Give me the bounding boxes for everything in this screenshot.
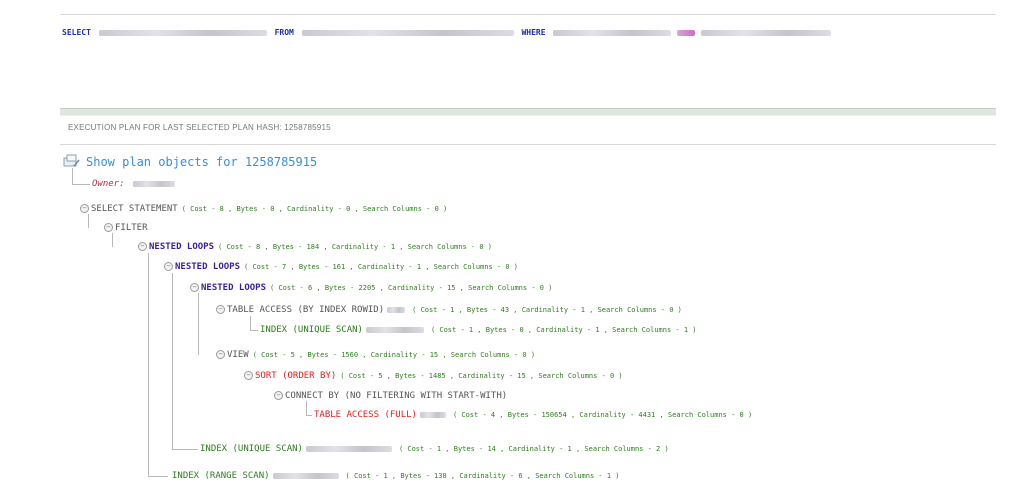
redacted-tables [301,29,514,36]
plan-stats: ( Cost - 6 , Bytes - 2205 , Cardinality … [270,284,553,292]
plan-row[interactable]: INDEX (RANGE SCAN) ( Cost - 1 , Bytes - 1… [172,470,619,482]
plan-stats: ( Cost - 8 , Bytes - 184 , Cardinality -… [218,243,492,251]
plan-row[interactable]: − TABLE ACCESS (BY INDEX ROWID) ( Cost - 1… [216,304,682,316]
plan-row[interactable]: − VIEW( Cost - 5 , Bytes - 1560 , Cardina… [216,349,535,361]
plan-stats: ( Cost - 1 , Bytes - 14 , Cardinality - … [398,445,669,453]
tree-line-l6 [306,401,307,415]
redacted-columns [98,29,267,36]
header-divider [60,144,996,145]
show-plan-objects-link[interactable]: Show plan objects for 1258785915 [86,155,317,169]
plan-stats: ( Cost - 4 , Bytes - 150654 , Cardinalit… [452,411,753,419]
sql-where-keyword: WHERE [521,28,546,37]
redacted-object [419,411,446,418]
collapse-toggle-icon[interactable]: − [138,242,147,251]
collapse-toggle-icon[interactable]: − [244,371,253,380]
redacted-condition-a [553,29,672,36]
tree-tick-unique2 [172,449,198,450]
tree-tick-owner [72,184,90,185]
plan-stats: ( Cost - 5 , Bytes - 1485 , Cardinality … [340,372,623,380]
plan-op: CONNECT BY (NO FILTERING WITH START-WITH… [285,391,508,401]
plan-op: SORT (ORDER BY) [255,371,337,381]
tree-line-l2 [148,253,149,477]
plan-row[interactable]: − NESTED LOOPS( Cost - 6 , Bytes - 2205 ,… [190,282,552,294]
plan-row[interactable]: − SORT (ORDER BY)( Cost - 5 , Bytes - 148… [244,370,623,382]
plan-stats: ( Cost - 1 , Bytes - 43 , Cardinality - … [412,306,682,314]
tree-line-l4 [198,293,199,355]
section-separator [60,108,996,116]
plan-row[interactable]: − NESTED LOOPS( Cost - 8 , Bytes - 184 , … [138,241,492,253]
collapse-toggle-icon[interactable]: − [216,350,225,359]
plan-row[interactable]: − NESTED LOOPS( Cost - 7 , Bytes - 161 , … [164,261,518,273]
plan-row[interactable]: − CONNECT BY (NO FILTERING WITH START-WIT… [274,390,507,402]
sql-select-keyword: SELECT [62,28,91,37]
tree-tick-range [148,476,168,477]
tree-tick-unique1 [250,330,258,331]
plan-row[interactable]: TABLE ACCESS (FULL) ( Cost - 4 , Bytes - … [314,409,752,421]
redacted-object [365,326,424,333]
plan-op: SELECT STATEMENT [91,204,178,214]
plan-stats: ( Cost - 7 , Bytes - 161 , Cardinality -… [244,263,518,271]
plan-op: INDEX (UNIQUE SCAN) [200,444,303,454]
tree-line-owner [72,168,73,184]
plan-op: TABLE ACCESS (FULL) [314,410,417,420]
plan-op: INDEX (RANGE SCAN) [172,471,270,481]
collapse-toggle-icon[interactable]: − [216,305,225,314]
tree-tick-full [306,415,312,416]
plan-op: NESTED LOOPS [175,262,241,272]
plan-stats: ( Cost - 1 , Bytes - 138 , Cardinality -… [345,472,620,480]
collapse-toggle-icon[interactable]: − [274,391,283,400]
plan-objects-icon[interactable] [62,154,80,168]
collapse-toggle-icon[interactable]: − [164,262,173,271]
redacted-condition-highlight [677,29,696,36]
collapse-toggle-icon[interactable]: − [104,223,113,232]
redacted-owner [132,180,175,187]
tree-line-l5 [250,316,251,330]
plan-stats: ( Cost - 8 , Bytes - 0 , Cardinality - 0… [181,205,448,213]
plan-op: TABLE ACCESS (BY INDEX ROWID) [227,305,385,315]
plan-op: VIEW [227,350,249,360]
plan-row[interactable]: INDEX (UNIQUE SCAN) ( Cost - 1 , Bytes - … [200,443,669,455]
redacted-object [387,306,406,313]
redacted-object [272,472,339,479]
tree-line-l3 [172,273,173,449]
plan-op: INDEX (UNIQUE SCAN) [260,325,363,335]
tree-line-l1 [112,233,113,247]
top-divider [60,14,996,15]
plan-row[interactable]: − SELECT STATEMENT( Cost - 8 , Bytes - 0 … [80,203,447,215]
execution-plan-header: EXECUTION PLAN FOR LAST SELECTED PLAN HA… [68,123,331,132]
sql-from-keyword: FROM [274,28,294,37]
owner-row: Owner: [92,179,178,189]
sql-text: SELECT FROM WHERE [62,28,834,37]
plan-row[interactable]: − FILTER [104,222,148,234]
collapse-toggle-icon[interactable]: − [190,283,199,292]
collapse-toggle-icon[interactable]: − [80,204,89,213]
plan-op: FILTER [115,223,148,233]
redacted-condition-b [701,29,832,36]
plan-stats: ( Cost - 5 , Bytes - 1560 , Cardinality … [252,351,536,359]
plan-op: NESTED LOOPS [201,283,267,293]
plan-stats: ( Cost - 1 , Bytes - 0 , Cardinality - 1… [430,326,697,334]
plan-row[interactable]: INDEX (UNIQUE SCAN) ( Cost - 1 , Bytes - … [260,324,696,336]
plan-op: NESTED LOOPS [149,242,215,252]
owner-label: Owner: [92,179,125,189]
redacted-object [305,445,392,452]
tree-line-l0 [88,214,89,228]
